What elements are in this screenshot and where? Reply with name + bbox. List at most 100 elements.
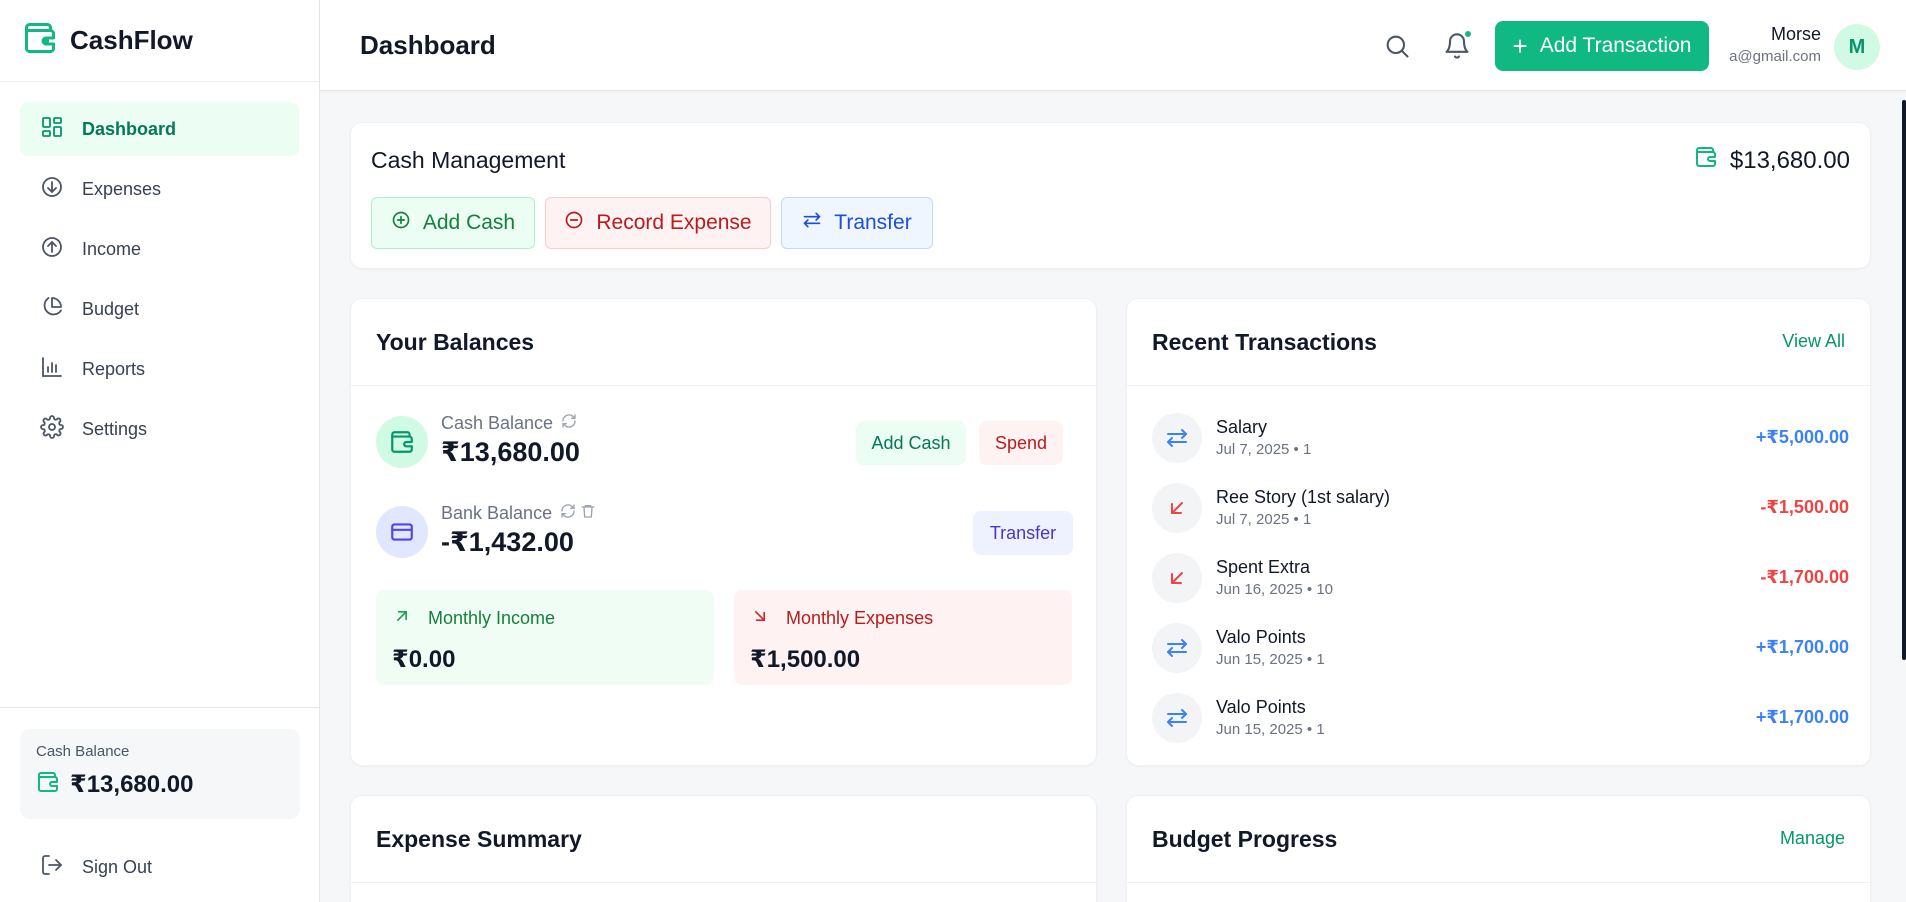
monthly-expenses-value: ₹1,500.00 xyxy=(750,646,861,673)
monthly-income-label: Monthly Income xyxy=(428,608,556,628)
cash-management-title: Cash Management xyxy=(371,147,566,173)
sidebar-item-label: Settings xyxy=(82,418,148,439)
add-cash-label: Add Cash xyxy=(422,211,516,234)
sidebar-item-label: Dashboard xyxy=(82,118,177,139)
transaction-meta: Jul 7, 2025 • 1 xyxy=(1216,511,1312,528)
divider xyxy=(351,882,1096,883)
transaction-row[interactable]: Valo Points Jun 15, 2025 • 1 +₹1,700.00 xyxy=(1152,691,1849,745)
balances-card: Your Balances Cash Balance ₹13,680.00 Ad… xyxy=(350,298,1097,766)
sign-out-label: Sign Out xyxy=(82,857,153,877)
sidebar-item-label: Expenses xyxy=(82,178,162,199)
sidebar-cash-balance: Cash Balance ₹13,680.00 xyxy=(20,729,300,819)
gear-icon xyxy=(40,414,64,444)
arrow-up-right-icon xyxy=(392,606,428,631)
user-info[interactable]: Morse a@gmail.com xyxy=(1725,24,1821,65)
balance-add-cash-button[interactable]: Add Cash xyxy=(856,421,966,465)
minus-circle-icon xyxy=(564,210,596,236)
monthly-expenses-card: Monthly Expenses ₹1,500.00 xyxy=(734,590,1072,685)
sidebar-footer: Cash Balance ₹13,680.00 Sign Out xyxy=(0,707,320,902)
trash-icon[interactable] xyxy=(576,503,596,524)
transaction-meta: Jun 15, 2025 • 1 xyxy=(1216,721,1325,738)
transaction-name: Valo Points xyxy=(1216,697,1306,717)
sidebar-item-label: Income xyxy=(82,238,142,259)
transaction-name: Valo Points xyxy=(1216,627,1306,647)
transaction-amount: +₹1,700.00 xyxy=(1755,637,1849,657)
budget-progress-card: Budget Progress Manage xyxy=(1126,795,1871,902)
user-email: a@gmail.com xyxy=(1729,48,1821,65)
search-icon[interactable] xyxy=(1383,32,1411,60)
wallet-icon xyxy=(376,416,428,468)
transfer-arrows-icon xyxy=(1152,693,1202,743)
monthly-expenses-label: Monthly Expenses xyxy=(786,608,934,628)
divider xyxy=(1127,882,1870,883)
refresh-icon[interactable] xyxy=(552,503,576,524)
sidebar-item-budget[interactable]: Budget xyxy=(20,282,299,336)
monthly-income-card: Monthly Income ₹0.00 xyxy=(376,590,714,685)
wallet-logo-icon xyxy=(22,20,58,61)
budget-progress-title: Budget Progress xyxy=(1152,826,1338,852)
sidebar-item-reports[interactable]: Reports xyxy=(20,342,299,396)
manage-link[interactable]: Manage xyxy=(1780,828,1845,849)
sidebar-cash-balance-value: ₹13,680.00 xyxy=(70,771,194,798)
sidebar-item-income[interactable]: Income xyxy=(20,222,299,276)
sidebar-item-dashboard[interactable]: Dashboard xyxy=(20,102,299,156)
brand[interactable]: CashFlow xyxy=(0,0,319,82)
arrow-down-circle-icon xyxy=(40,175,64,204)
transaction-name: Spent Extra xyxy=(1216,557,1311,577)
recent-transactions-title: Recent Transactions xyxy=(1152,329,1377,355)
transfer-button[interactable]: Transfer xyxy=(781,197,933,249)
sidebar-item-expenses[interactable]: Expenses xyxy=(20,162,299,216)
notification-dot xyxy=(1463,29,1473,39)
transaction-meta: Jun 16, 2025 • 10 xyxy=(1216,581,1334,598)
arrow-down-right-icon xyxy=(750,606,786,631)
recent-transactions-card: Recent Transactions View All Salary Jul … xyxy=(1126,298,1871,766)
expense-summary-title: Expense Summary xyxy=(376,826,582,852)
cash-balance-label: Cash Balance xyxy=(441,413,554,433)
sidebar-item-settings[interactable]: Settings xyxy=(20,402,299,456)
page-title: Dashboard xyxy=(360,30,496,60)
page-scrollbar[interactable] xyxy=(1902,100,1906,660)
sidebar-nav: Dashboard Expenses Income Budget Reports… xyxy=(0,82,319,456)
transaction-row[interactable]: Spent Extra Jun 16, 2025 • 10 -₹1,700.00 xyxy=(1152,551,1849,605)
add-cash-button[interactable]: Add Cash xyxy=(371,197,535,249)
monthly-income-value: ₹0.00 xyxy=(392,646,456,673)
record-expense-button[interactable]: Record Expense xyxy=(545,197,771,249)
transaction-row[interactable]: Valo Points Jun 15, 2025 • 1 +₹1,700.00 xyxy=(1152,621,1849,675)
cash-management-total: $13,680.00 xyxy=(1694,145,1850,176)
refresh-icon[interactable] xyxy=(553,413,577,434)
plus-circle-icon xyxy=(391,210,423,236)
transfer-arrows-icon xyxy=(1152,623,1202,673)
cash-balance-label-wrap: Cash Balance xyxy=(441,413,577,434)
wallet-icon xyxy=(1694,145,1730,176)
arrow-down-left-icon xyxy=(1152,553,1202,603)
transaction-name: Salary xyxy=(1216,417,1268,437)
transaction-row[interactable]: Salary Jul 7, 2025 • 1 +₹5,000.00 xyxy=(1152,411,1849,465)
pie-chart-icon xyxy=(40,295,64,324)
bell-icon[interactable] xyxy=(1443,29,1473,60)
add-transaction-label: Add Transaction xyxy=(1539,34,1692,57)
transfer-arrows-icon xyxy=(802,210,834,236)
transfer-arrows-icon xyxy=(1152,413,1202,463)
bank-balance-label: Bank Balance xyxy=(441,503,553,523)
credit-card-icon xyxy=(376,506,428,558)
sign-out-button[interactable]: Sign Out xyxy=(40,853,152,882)
spend-button[interactable]: Spend xyxy=(979,421,1063,465)
user-name: Morse xyxy=(1770,24,1821,44)
avatar[interactable]: M xyxy=(1834,24,1880,70)
balance-transfer-button[interactable]: Transfer xyxy=(973,511,1073,555)
wallet-icon xyxy=(36,770,60,799)
view-all-link[interactable]: View All xyxy=(1782,331,1845,352)
transaction-amount: -₹1,700.00 xyxy=(1760,567,1849,587)
transaction-meta: Jun 15, 2025 • 1 xyxy=(1216,651,1325,668)
transaction-meta: Jul 7, 2025 • 1 xyxy=(1216,441,1312,458)
divider xyxy=(351,385,1096,386)
divider xyxy=(1127,385,1870,386)
add-transaction-button[interactable]: + Add Transaction xyxy=(1495,21,1709,71)
cash-balance-value: ₹13,680.00 xyxy=(441,437,580,467)
cash-balance-row: Cash Balance ₹13,680.00 Add Cash Spend xyxy=(376,413,1073,473)
transaction-row[interactable]: Ree Story (1st salary) Jul 7, 2025 • 1 -… xyxy=(1152,481,1849,535)
brand-name: CashFlow xyxy=(70,25,193,55)
sidebar-item-label: Reports xyxy=(82,358,146,379)
arrow-up-circle-icon xyxy=(40,235,64,264)
record-expense-label: Record Expense xyxy=(596,211,752,234)
